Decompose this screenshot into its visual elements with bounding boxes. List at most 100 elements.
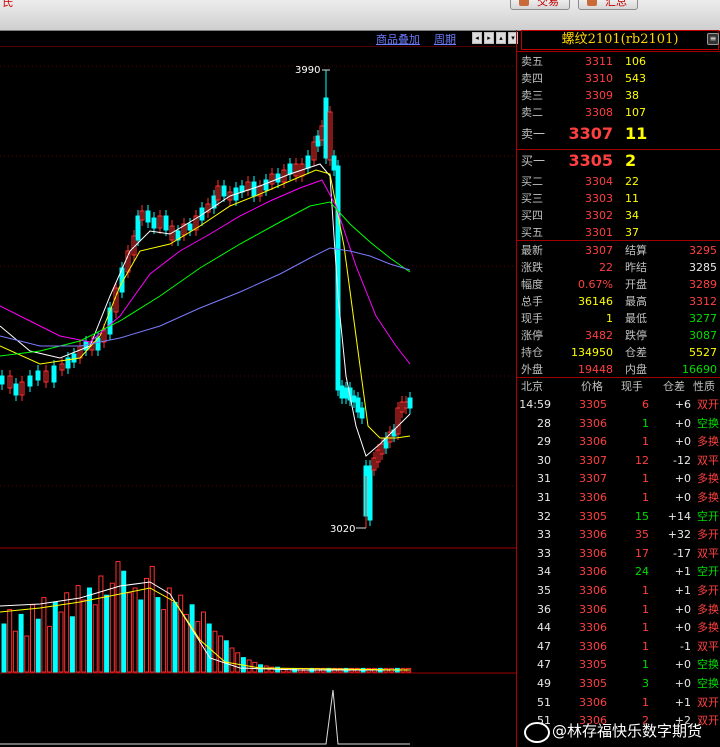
weibo-logo-icon — [524, 722, 550, 743]
trade-icon — [519, 0, 529, 6]
tick-time: 14:59 — [519, 398, 551, 411]
tick-row[interactable]: 28 3306 1 +0 空换 — [517, 415, 720, 434]
bid-level-3[interactable]: 买三 3303 11 — [517, 190, 720, 207]
summary-button[interactable]: 汇总 — [578, 0, 638, 10]
scroll-right-icon[interactable]: ▸ — [484, 32, 494, 44]
tick-row[interactable]: 36 3306 1 +0 多换 — [517, 601, 720, 620]
candle-body — [287, 163, 293, 175]
ask-level-2[interactable]: 卖二 3308 107 — [517, 104, 720, 121]
svg-text:3020: 3020 — [330, 524, 355, 535]
tick-time: 47 — [537, 658, 551, 672]
volume-bar — [144, 577, 149, 673]
volume-bar — [41, 597, 47, 673]
tick-price: 3307 — [579, 472, 607, 486]
scroll-left-icon[interactable]: ◂ — [472, 32, 482, 44]
zoom-in-icon[interactable]: ▴ — [496, 32, 506, 44]
kline-chart[interactable]: 3990 3020 — [0, 46, 516, 747]
high-annotation: 3990 — [295, 65, 330, 76]
tick-row[interactable]: 51 3306 1 +1 双开 — [517, 694, 720, 713]
tick-nature: 多换 — [697, 435, 719, 449]
volume-bar — [35, 618, 41, 673]
tick-row[interactable]: 33 3306 35 +32 多开 — [517, 526, 720, 545]
tick-price: 3306 — [579, 584, 607, 597]
candle-body — [163, 215, 169, 231]
tick-row[interactable]: 47 3305 1 +0 空换 — [517, 656, 720, 675]
tick-price: 3306 — [579, 639, 607, 653]
ask-level-4[interactable]: 卖四 3310 543 — [517, 70, 720, 87]
tick-row[interactable]: 29 3306 1 +0 多换 — [517, 433, 720, 452]
tick-time: 32 — [537, 509, 551, 523]
tick-row[interactable]: 14:59 3305 6 +6 双开 — [517, 396, 720, 415]
ask-level-5[interactable]: 卖五 3311 106 — [517, 53, 720, 70]
volume-bar — [81, 599, 87, 673]
ma20-line — [0, 179, 411, 365]
tick-volume: 1 — [642, 695, 649, 709]
ticks-header: 北京 价格 现手 仓差 性质 — [521, 380, 715, 393]
tick-volume: 3 — [642, 677, 649, 690]
volume-bar — [121, 570, 127, 673]
tick-nature: 空开 — [697, 509, 719, 523]
tick-volume: 35 — [635, 528, 649, 542]
tick-row[interactable]: 32 3305 15 +14 空开 — [517, 508, 720, 527]
tick-row[interactable]: 44 3306 1 +0 多换 — [517, 619, 720, 638]
volume-bar — [7, 609, 13, 673]
watermark: @林存福快乐数字期货 — [520, 718, 720, 744]
bid-level-5[interactable]: 买五 3301 37 — [517, 224, 720, 241]
candle-body — [367, 465, 373, 521]
volume-bar — [69, 616, 75, 673]
tick-oi-change: +1 — [674, 565, 691, 579]
window-top-bar: 氏 交易 汇总 — [0, 0, 720, 31]
tick-oi-change: +0 — [674, 677, 691, 690]
tick-volume: 24 — [635, 565, 649, 579]
candle-body — [35, 370, 41, 381]
tick-row[interactable]: 34 3306 24 +1 空开 — [517, 563, 720, 582]
overlay-commodity-link[interactable]: 商品叠加 — [376, 31, 420, 47]
tick-volume: 17 — [635, 546, 649, 560]
bid-level-2[interactable]: 买二 3304 22 — [517, 173, 720, 190]
period-link[interactable]: 周期 — [434, 31, 456, 47]
candle-body — [315, 135, 321, 147]
tick-oi-change: +0 — [674, 602, 691, 616]
contract-title[interactable]: 螺纹2101(rb2101) — [521, 30, 719, 50]
tick-price: 3305 — [579, 509, 607, 523]
tick-time: 44 — [537, 621, 551, 635]
candle-body — [305, 155, 311, 169]
tick-price: 3305 — [579, 398, 607, 411]
candle-body — [407, 397, 413, 409]
chart-nav-icons: ◂ ▸ ▴ ▾ — [472, 32, 518, 44]
tick-volume: 1 — [642, 472, 649, 486]
bid-level-4[interactable]: 买四 3302 34 — [517, 207, 720, 224]
candle-body — [221, 185, 227, 197]
tick-price: 3306 — [579, 491, 607, 504]
volume-bar — [92, 604, 98, 673]
trade-button[interactable]: 交易 — [510, 0, 570, 10]
tick-nature: 多换 — [697, 491, 719, 504]
candle-body — [187, 223, 193, 231]
tick-time: 47 — [537, 639, 551, 653]
bid-level-1[interactable]: 买一 3305 2 — [517, 150, 720, 172]
candle-body — [151, 217, 157, 229]
tick-row[interactable]: 30 3307 12 -12 双平 — [517, 452, 720, 471]
tick-price: 3306 — [579, 695, 607, 709]
menu-icon[interactable]: ≡ — [707, 33, 719, 45]
tick-time: 33 — [537, 546, 551, 560]
tick-row[interactable]: 47 3306 1 -1 双平 — [517, 638, 720, 657]
tick-nature: 双开 — [697, 695, 719, 709]
candle-body — [343, 387, 349, 399]
tick-row[interactable]: 31 3306 1 +0 多换 — [517, 489, 720, 508]
ask-level-1[interactable]: 卖一 3307 11 — [517, 123, 720, 145]
tick-volume: 1 — [642, 435, 649, 449]
tick-row[interactable]: 35 3306 1 +1 多开 — [517, 582, 720, 601]
summary-icon — [587, 0, 597, 6]
tick-volume: 1 — [642, 602, 649, 616]
ask-level-3[interactable]: 卖三 3309 38 — [517, 87, 720, 104]
tick-nature: 多开 — [697, 584, 719, 597]
candle-body — [251, 181, 257, 197]
candle-body — [339, 385, 345, 399]
tick-nature: 多开 — [697, 528, 719, 542]
tick-row[interactable]: 33 3306 17 -17 双平 — [517, 545, 720, 564]
moving-average-lines — [0, 163, 411, 457]
tick-row[interactable]: 31 3307 1 +0 多换 — [517, 470, 720, 489]
tick-row[interactable]: 49 3305 3 +0 空换 — [517, 675, 720, 694]
tick-time: 29 — [537, 435, 551, 449]
